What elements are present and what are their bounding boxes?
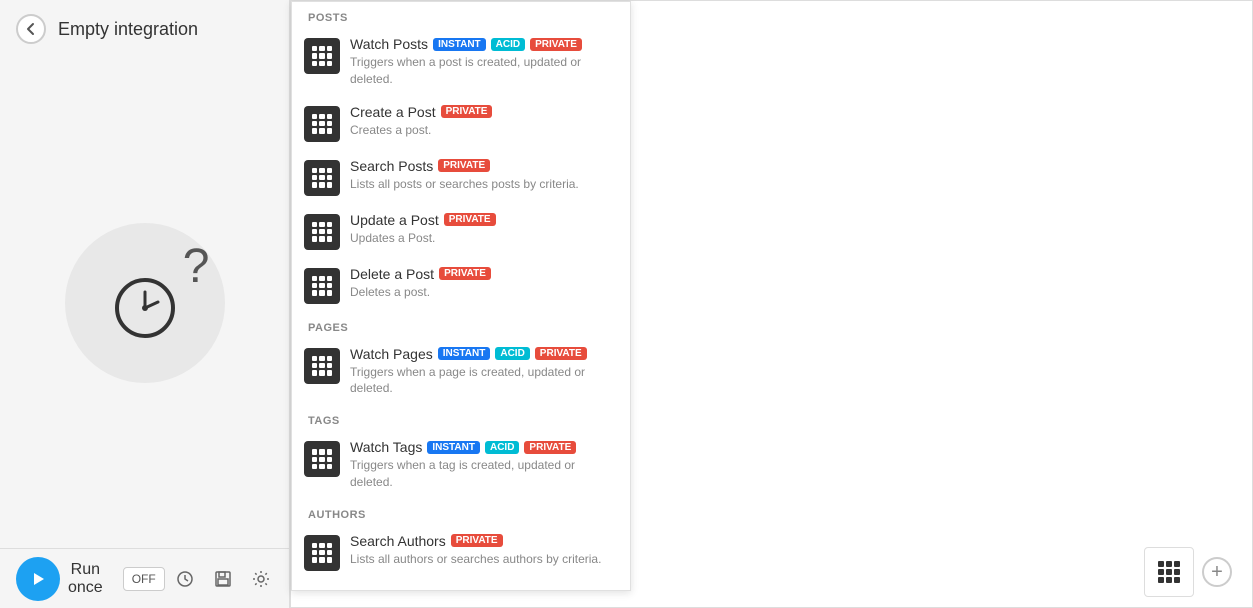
menu-item-desc: Creates a post. — [350, 122, 618, 139]
menu-item-desc: Lists all posts or searches posts by cri… — [350, 176, 618, 193]
menu-item-desc: Triggers when a post is created, updated… — [350, 54, 618, 88]
badge-private: private — [451, 534, 503, 547]
menu-item-icon — [304, 38, 340, 74]
menu-item-title-row: Create a Post private — [350, 104, 618, 120]
clock-icon — [110, 268, 180, 338]
menu-item-icon — [304, 268, 340, 304]
schedule-button[interactable] — [167, 561, 203, 597]
menu-item-content: Delete a Post private Deletes a post. — [350, 266, 618, 301]
play-icon — [16, 557, 60, 601]
menu-item-icon — [304, 441, 340, 477]
menu-item[interactable]: Delete a Post private Deletes a post. — [292, 258, 630, 312]
menu-item-icon — [304, 348, 340, 384]
menu-item[interactable]: Watch Tags INSTANT ACID private Triggers whe… — [292, 431, 630, 499]
menu-item-title-row: Watch Posts INSTANT ACID private — [350, 36, 618, 52]
menu-item-content: Watch Tags INSTANT ACID private Triggers whe… — [350, 439, 618, 491]
module-area: + — [1144, 547, 1232, 597]
badge-private: private — [439, 267, 491, 280]
menu-item-desc: Lists all authors or searches authors by… — [350, 551, 618, 568]
menu-item[interactable]: Watch Posts INSTANT ACID private Triggers wh… — [292, 28, 630, 96]
menu-item-icon — [304, 160, 340, 196]
module-block — [1144, 547, 1194, 597]
badge-private: private — [441, 105, 493, 118]
badge-private: private — [438, 159, 490, 172]
menu-item-name: Watch Tags — [350, 439, 422, 455]
badge-private: private — [524, 441, 576, 454]
left-panel: Empty integration ? — [0, 0, 290, 608]
badge-acid: ACID — [495, 347, 529, 360]
menu-item-content: Watch Pages INSTANT ACID private Triggers wh… — [350, 346, 618, 398]
badge-private: private — [530, 38, 582, 51]
section-header-tags: TAGS — [292, 405, 630, 431]
page-title: Empty integration — [58, 19, 198, 40]
menu-item[interactable]: Update a Post private Updates a Post. — [292, 204, 630, 258]
menu-item-icon — [304, 535, 340, 571]
menu-item-name: Delete a Post — [350, 266, 434, 282]
menu-item-name: Update a Post — [350, 212, 439, 228]
menu-item-title-row: Update a Post private — [350, 212, 618, 228]
empty-state: ? — [65, 223, 225, 383]
menu-item-desc: Deletes a post. — [350, 284, 618, 301]
menu-item[interactable]: Create a Post private Creates a post. — [292, 96, 630, 150]
off-toggle[interactable]: OFF — [123, 567, 165, 591]
right-panel: POSTS Watch Posts INSTANT ACID private Trigge… — [290, 0, 1253, 608]
add-module-button[interactable]: + — [1202, 557, 1232, 587]
section-header-pages: PAGES — [292, 312, 630, 338]
settings-button[interactable] — [243, 561, 279, 597]
bottom-tools: OFF — [123, 561, 317, 597]
menu-item-content: Create a Post private Creates a post. — [350, 104, 618, 139]
left-header: Empty integration — [0, 0, 289, 58]
menu-item-desc: Updates a Post. — [350, 230, 618, 247]
menu-item-icon — [304, 106, 340, 142]
menu-item-title-row: Delete a Post private — [350, 266, 618, 282]
section-header-posts: POSTS — [292, 2, 630, 28]
menu-item-name: Search Authors — [350, 533, 446, 549]
dropdown-panel: POSTS Watch Posts INSTANT ACID private Trigge… — [291, 1, 631, 591]
menu-item-title-row: Watch Pages INSTANT ACID private — [350, 346, 618, 362]
menu-item-desc: Triggers when a page is created, updated… — [350, 364, 618, 398]
run-once-button[interactable]: Run once — [8, 549, 111, 608]
menu-item-name: Create a Post — [350, 104, 436, 120]
menu-item-name: Watch Posts — [350, 36, 428, 52]
run-once-label: Run once — [68, 561, 103, 597]
badge-instant: INSTANT — [438, 347, 491, 360]
menu-item[interactable]: Search Authors private Lists all authors o… — [292, 525, 630, 579]
question-mark-icon: ? — [183, 243, 210, 291]
save-button[interactable] — [205, 561, 241, 597]
section-header-members: MEMBERS — [292, 579, 630, 591]
back-button[interactable] — [16, 14, 46, 44]
badge-instant: INSTANT — [433, 38, 486, 51]
menu-item[interactable]: Search Posts private Lists all posts or se… — [292, 150, 630, 204]
badge-private: private — [444, 213, 496, 226]
menu-item-title-row: Search Authors private — [350, 533, 618, 549]
menu-item-desc: Triggers when a tag is created, updated … — [350, 457, 618, 491]
empty-state-circle: ? — [65, 223, 225, 383]
menu-item-title-row: Search Posts private — [350, 158, 618, 174]
section-header-authors: AUTHORS — [292, 499, 630, 525]
menu-item-content: Search Authors private Lists all authors o… — [350, 533, 618, 568]
menu-item-icon — [304, 214, 340, 250]
badge-acid: ACID — [485, 441, 519, 454]
empty-state-area: ? — [0, 58, 289, 548]
menu-item[interactable]: Watch Pages INSTANT ACID private Triggers wh… — [292, 338, 630, 406]
badge-acid: ACID — [491, 38, 525, 51]
bottom-bar: Run once OFF — [0, 548, 289, 608]
menu-item-content: Update a Post private Updates a Post. — [350, 212, 618, 247]
menu-item-name: Watch Pages — [350, 346, 433, 362]
menu-item-name: Search Posts — [350, 158, 433, 174]
menu-item-title-row: Watch Tags INSTANT ACID private — [350, 439, 618, 455]
menu-item-content: Watch Posts INSTANT ACID private Triggers wh… — [350, 36, 618, 88]
badge-private: private — [535, 347, 587, 360]
menu-item-content: Search Posts private Lists all posts or se… — [350, 158, 618, 193]
badge-instant: INSTANT — [427, 441, 480, 454]
